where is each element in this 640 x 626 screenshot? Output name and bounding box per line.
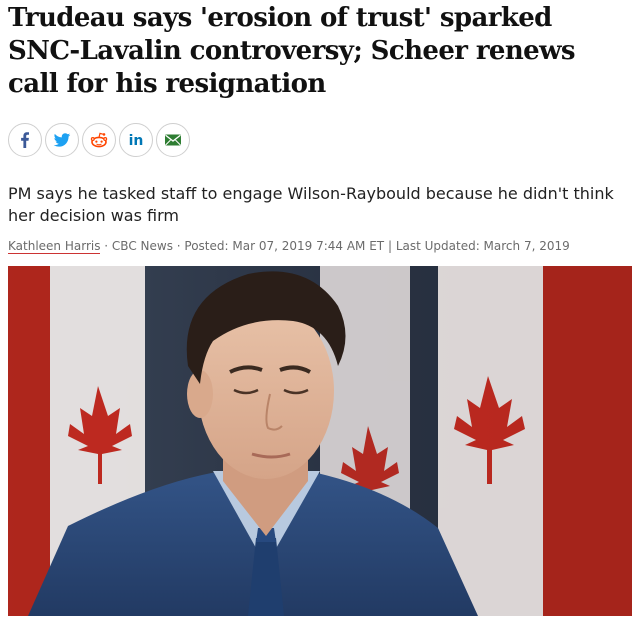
- posted-date: Posted: Mar 07, 2019 7:44 AM ET: [184, 239, 385, 253]
- article: Trudeau says 'erosion of trust' sparked …: [0, 0, 640, 626]
- updated-date: Last Updated: March 7, 2019: [395, 239, 570, 253]
- byline: Kathleen Harris · CBC News · Posted: Mar…: [8, 238, 628, 254]
- byline-separator: |: [384, 239, 396, 253]
- share-linkedin-button[interactable]: in: [119, 123, 153, 157]
- flag-right: [438, 266, 632, 616]
- email-icon: [165, 134, 181, 146]
- article-subhead: PM says he tasked staff to engage Wilson…: [8, 184, 614, 225]
- reddit-icon: [90, 132, 108, 148]
- share-facebook-button[interactable]: [8, 123, 42, 157]
- svg-text:in: in: [129, 133, 144, 149]
- headline: Trudeau says 'erosion of trust' sparked …: [8, 3, 576, 99]
- share-twitter-button[interactable]: [45, 123, 79, 157]
- twitter-icon: [53, 133, 71, 147]
- lead-photo-image: [8, 266, 632, 616]
- share-reddit-button[interactable]: [82, 123, 116, 157]
- author-link[interactable]: Kathleen Harris: [8, 239, 101, 254]
- share-bar: in: [8, 123, 190, 157]
- lead-photo: [8, 266, 632, 616]
- outlet-name: CBC News: [111, 239, 173, 253]
- byline-separator: ·: [172, 239, 185, 253]
- facebook-icon: [21, 132, 29, 148]
- byline-separator: ·: [100, 239, 112, 253]
- share-email-button[interactable]: [156, 123, 190, 157]
- linkedin-icon: in: [129, 133, 144, 149]
